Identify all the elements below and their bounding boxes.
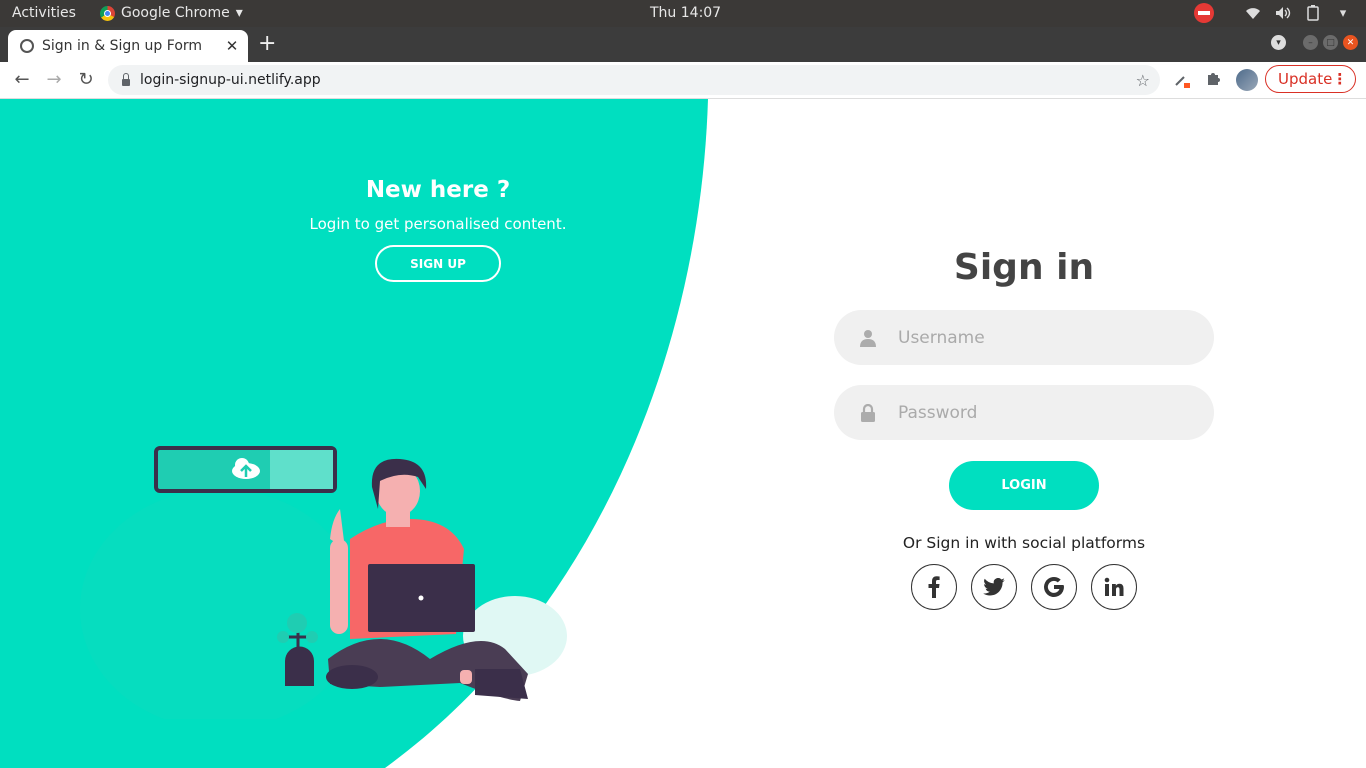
caret-down-icon: ▾ <box>235 5 243 21</box>
more-menu-icon[interactable]: ⋮ <box>1332 70 1347 88</box>
bookmark-star-icon[interactable]: ☆ <box>1136 71 1150 90</box>
activities-button[interactable]: Activities <box>12 5 76 21</box>
reload-icon[interactable]: ↻ <box>74 68 98 92</box>
sign-up-button[interactable]: SIGN UP <box>375 245 501 282</box>
address-bar: ← → ↻ login-signup-ui.netlify.app ☆ Upda… <box>0 62 1366 99</box>
system-tray[interactable]: ▾ <box>1194 3 1352 23</box>
panel-subtitle: Login to get personalised content. <box>309 215 567 233</box>
profile-avatar[interactable] <box>1236 69 1258 91</box>
back-icon[interactable]: ← <box>10 68 34 92</box>
clock[interactable]: Thu 14:07 <box>650 5 721 21</box>
volume-icon[interactable] <box>1274 4 1292 22</box>
active-tab[interactable]: Sign in & Sign up Form ✕ <box>8 30 248 62</box>
signup-panel: New here ? Login to get personalised con… <box>250 177 626 282</box>
app-name: Google Chrome <box>121 5 230 21</box>
minimize-icon[interactable]: – <box>1303 35 1318 50</box>
password-field[interactable] <box>834 385 1214 440</box>
new-tab-icon[interactable]: + <box>258 32 276 56</box>
login-button[interactable]: LOGIN <box>949 461 1099 510</box>
facebook-icon[interactable] <box>911 564 957 610</box>
tab-strip: Sign in & Sign up Form ✕ + ▾ – □ ✕ <box>0 27 1366 62</box>
social-text: Or Sign in with social platforms <box>902 534 1146 552</box>
tab-search-icon[interactable]: ▾ <box>1271 35 1286 50</box>
close-window-icon[interactable]: ✕ <box>1343 35 1358 50</box>
battery-icon[interactable] <box>1304 4 1322 22</box>
panel-heading: New here ? <box>365 177 511 203</box>
update-label: Update <box>1278 70 1333 88</box>
username-input[interactable] <box>896 326 1214 349</box>
twitter-icon[interactable] <box>971 564 1017 610</box>
omnibox[interactable]: login-signup-ui.netlify.app ☆ <box>108 65 1160 95</box>
social-buttons <box>834 564 1214 610</box>
web-page: New here ? Login to get personalised con… <box>0 99 1366 768</box>
lock-icon[interactable] <box>122 72 130 86</box>
username-field[interactable] <box>834 310 1214 365</box>
extensions-puzzle-icon[interactable] <box>1204 70 1224 90</box>
maximize-icon[interactable]: □ <box>1323 35 1338 50</box>
url-text[interactable]: login-signup-ui.netlify.app <box>140 72 1136 88</box>
lock-icon <box>858 403 878 422</box>
window-controls: ▾ – □ ✕ <box>1271 35 1358 50</box>
tab-close-icon[interactable]: ✕ <box>222 37 242 55</box>
user-icon <box>858 329 878 347</box>
password-input[interactable] <box>896 401 1214 424</box>
do-not-disturb-icon[interactable] <box>1194 3 1214 23</box>
eyedropper-extension-icon[interactable] <box>1172 70 1192 90</box>
forward-icon[interactable]: → <box>42 68 66 92</box>
person-with-laptop-illustration <box>80 446 567 719</box>
linkedin-icon[interactable] <box>1091 564 1137 610</box>
google-icon[interactable] <box>1031 564 1077 610</box>
system-top-bar: Activities Google Chrome ▾ Thu 14:07 ▾ <box>0 0 1366 27</box>
tab-title: Sign in & Sign up Form <box>42 38 203 54</box>
app-menu[interactable]: Google Chrome ▾ <box>100 5 243 21</box>
update-button[interactable]: Update ⋮ <box>1265 65 1356 93</box>
sign-in-form: Sign in LOGIN Or Sign in with social pla… <box>834 247 1214 610</box>
wifi-icon[interactable] <box>1244 4 1262 22</box>
globe-icon <box>20 39 34 53</box>
chrome-icon <box>100 5 115 21</box>
system-menu-caret-icon[interactable]: ▾ <box>1334 4 1352 22</box>
sign-in-title: Sign in <box>953 247 1095 288</box>
